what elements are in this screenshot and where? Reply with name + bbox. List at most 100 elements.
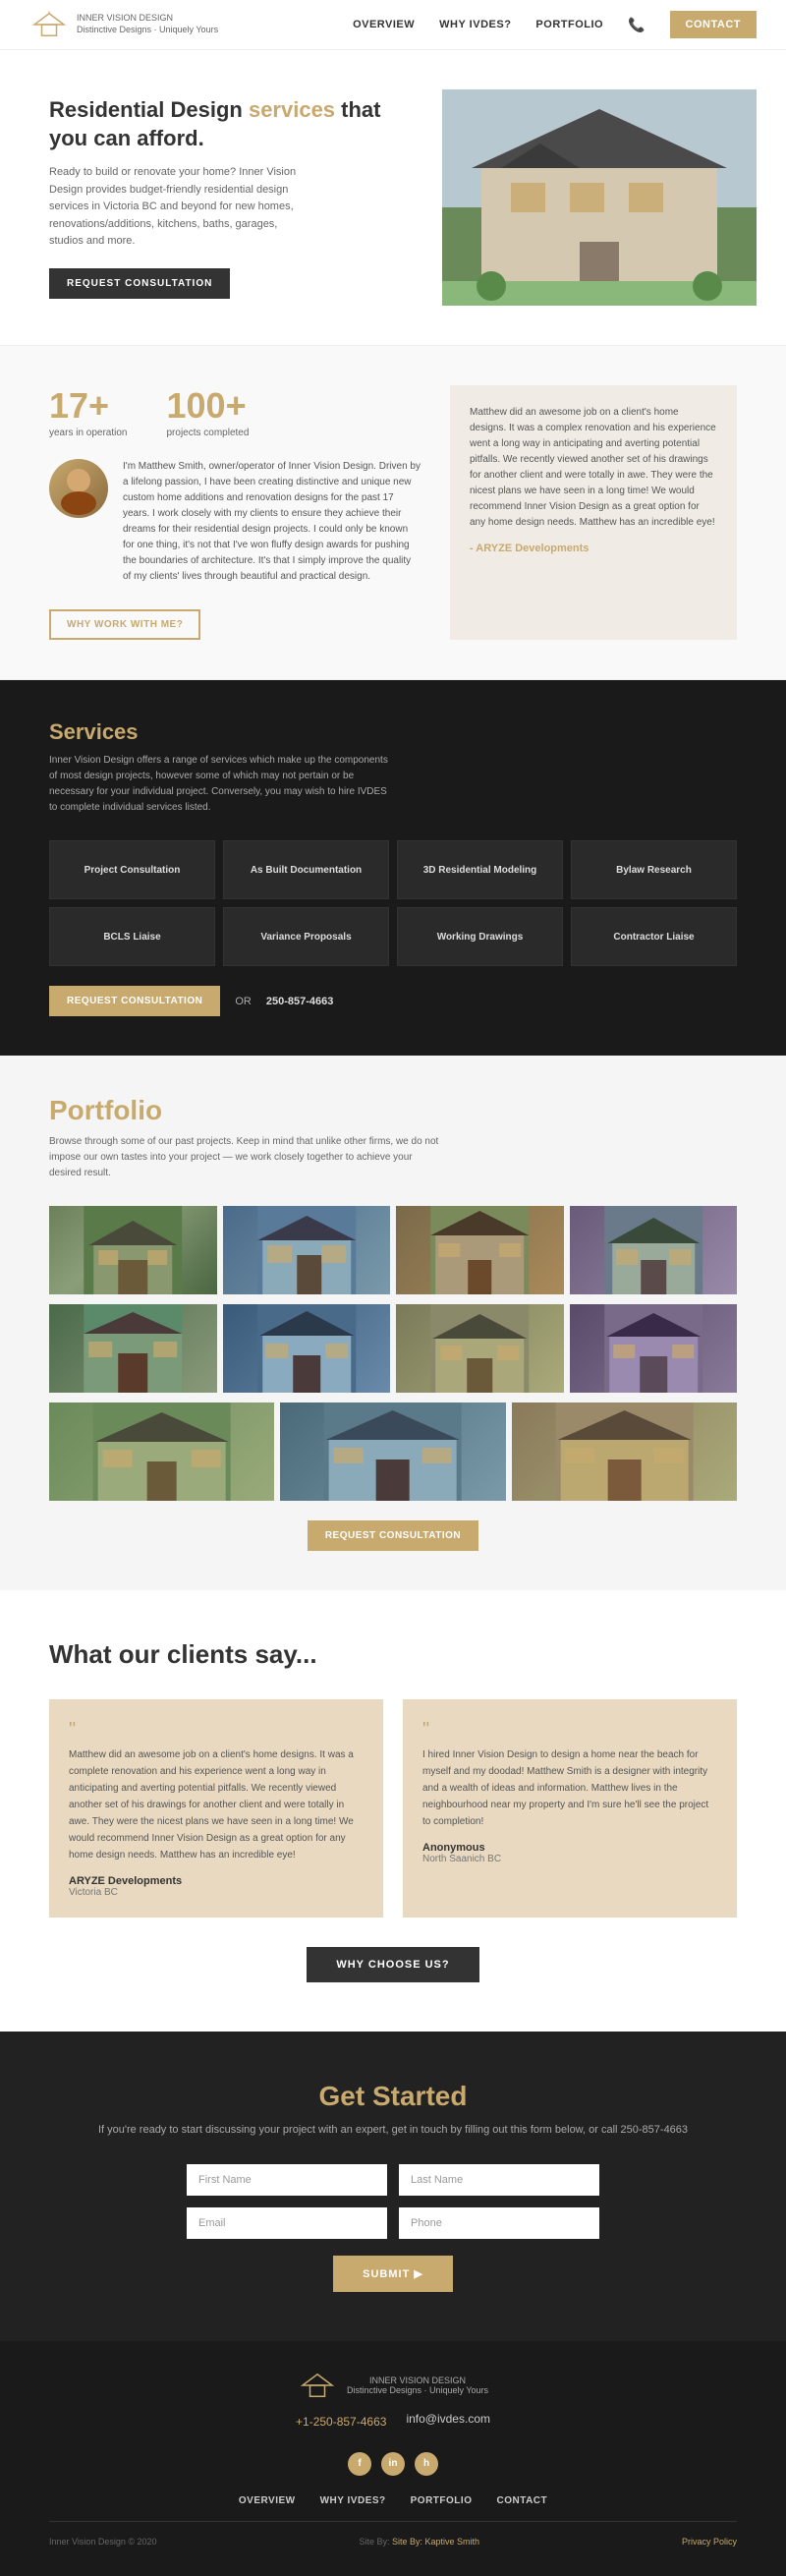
quote-mark-2: " — [422, 1719, 717, 1742]
services-grid: Project Consultation As Built Documentat… — [49, 840, 737, 966]
email-input[interactable] — [187, 2207, 387, 2239]
last-name-input[interactable] — [399, 2164, 599, 2196]
footer-divider — [49, 2521, 737, 2522]
stat-projects-label: projects completed — [167, 427, 250, 439]
stat-years-number: 17+ — [49, 385, 128, 427]
hero-description: Ready to build or renovate your home? In… — [49, 164, 305, 251]
stats-numbers: 17+ years in operation 100+ projects com… — [49, 385, 421, 439]
why-choose-button[interactable]: WHY CHOOSE US? — [307, 1947, 478, 1982]
stats-testimonial: Matthew did an awesome job on a client's… — [450, 385, 737, 640]
houzz-icon[interactable]: h — [415, 2452, 438, 2476]
testimonials-title: What our clients say... — [49, 1639, 737, 1670]
facebook-icon[interactable]: f — [348, 2452, 371, 2476]
owner-bio: I'm Matthew Smith, owner/operator of Inn… — [123, 459, 421, 585]
testimonial-quote-1: Matthew did an awesome job on a client's… — [69, 1746, 364, 1863]
portfolio-image-5[interactable] — [49, 1304, 217, 1393]
testimonial-card-1: " Matthew did an awesome job on a client… — [49, 1699, 383, 1918]
portfolio-description: Browse through some of our past projects… — [49, 1134, 442, 1181]
testimonial-card-2: " I hired Inner Vision Design to design … — [403, 1699, 737, 1918]
footer-site-by: Site By: Site By: Kaptive Smith — [359, 2537, 479, 2547]
hero-text: Residential Design services that you can… — [49, 96, 422, 299]
nav-contact-button[interactable]: CONTACT — [670, 11, 757, 38]
hero-title: Residential Design services that you can… — [49, 96, 422, 152]
service-item-6[interactable]: Variance Proposals — [223, 907, 389, 966]
portfolio-image-9[interactable] — [49, 1402, 274, 1501]
get-started-title: Get Started — [49, 2081, 737, 2112]
logo-text: INNER VISION DESIGN Distinctive Designs … — [77, 13, 218, 35]
site-by-link[interactable]: Site By: Kaptive Smith — [392, 2537, 479, 2547]
footer-phone[interactable]: +1-250-857-4663 — [296, 2415, 386, 2429]
portfolio-image-11[interactable] — [512, 1402, 737, 1501]
portfolio-grid-row2 — [49, 1304, 737, 1393]
service-item-3[interactable]: 3D Residential Modeling — [397, 840, 563, 899]
why-choose-cta: WHY CHOOSE US? — [49, 1947, 737, 1982]
service-item-7[interactable]: Working Drawings — [397, 907, 563, 966]
portfolio-image-6[interactable] — [223, 1304, 391, 1393]
footer-logo-text: INNER VISION DESIGN Distinctive Designs … — [347, 2376, 488, 2395]
footer-contact: +1-250-857-4663 info@ivdes.com — [49, 2412, 737, 2437]
owner-row: I'm Matthew Smith, owner/operator of Inn… — [49, 459, 421, 585]
privacy-policy-link[interactable]: Privacy Policy — [682, 2537, 737, 2547]
footer-nav: OVERVIEW WHY IVDES? PORTFOLIO CONTACT — [49, 2495, 737, 2506]
portfolio-image-8[interactable] — [570, 1304, 738, 1393]
portfolio-image-10[interactable] — [280, 1402, 505, 1501]
portfolio-image-1[interactable] — [49, 1206, 217, 1294]
portfolio-title: Portfolio — [49, 1095, 737, 1126]
service-item-4[interactable]: Bylaw Research — [571, 840, 737, 899]
nav-portfolio[interactable]: PORTFOLIO — [535, 19, 603, 30]
services-cta-button[interactable]: REQUEST CONSULTATION — [49, 986, 220, 1016]
footer-nav-contact[interactable]: CONTACT — [496, 2495, 547, 2506]
hero-image — [442, 89, 757, 306]
first-name-input[interactable] — [187, 2164, 387, 2196]
testimonials-grid: " Matthew did an awesome job on a client… — [49, 1699, 737, 1918]
services-cta: REQUEST CONSULTATION OR 250-857-4663 — [49, 986, 737, 1016]
submit-button[interactable]: SUBMIT ▶ — [333, 2256, 453, 2292]
get-started-description: If you're ready to start discussing your… — [49, 2122, 737, 2140]
portfolio-grid-row3 — [49, 1402, 737, 1501]
footer-email[interactable]: info@ivdes.com — [406, 2412, 490, 2426]
footer-nav-portfolio[interactable]: PORTFOLIO — [411, 2495, 473, 2506]
nav-overview[interactable]: OVERVIEW — [353, 19, 415, 30]
get-started-section: Get Started If you're ready to start dis… — [0, 2032, 786, 2341]
testimonial-author: - ARYZE Developments — [470, 541, 717, 558]
footer-nav-why-ivdes[interactable]: WHY IVDES? — [320, 2495, 386, 2506]
instagram-icon[interactable]: in — [381, 2452, 405, 2476]
portfolio-image-4[interactable] — [570, 1206, 738, 1294]
services-or-text: OR — [235, 996, 252, 1007]
nav-phone-icon[interactable]: 📞 — [628, 17, 645, 33]
stat-years: 17+ years in operation — [49, 385, 128, 439]
navigation: INNER VISION DESIGN Distinctive Designs … — [0, 0, 786, 50]
testimonial-quote-2: I hired Inner Vision Design to design a … — [422, 1746, 717, 1830]
portfolio-cta-button[interactable]: REQUEST CONSULTATION — [308, 1520, 478, 1551]
testimonials-section: What our clients say... " Matthew did an… — [0, 1590, 786, 2032]
testimonial-location-2: North Saanich BC — [422, 1854, 717, 1864]
quote-mark-1: " — [69, 1719, 364, 1742]
why-work-button[interactable]: WHY WORK WITH ME? — [49, 609, 200, 640]
service-item-2[interactable]: As Built Documentation — [223, 840, 389, 899]
service-item-1[interactable]: Project Consultation — [49, 840, 215, 899]
footer-nav-overview[interactable]: OVERVIEW — [239, 2495, 296, 2506]
portfolio-image-2[interactable] — [223, 1206, 391, 1294]
portfolio-cta: REQUEST CONSULTATION — [49, 1520, 737, 1551]
footer: INNER VISION DESIGN Distinctive Designs … — [0, 2341, 786, 2576]
hero-cta-button[interactable]: REQUEST CONSULTATION — [49, 268, 230, 299]
stat-years-label: years in operation — [49, 427, 128, 439]
services-section: Services Inner Vision Design offers a ra… — [0, 680, 786, 1056]
footer-logo[interactable]: INNER VISION DESIGN Distinctive Designs … — [49, 2371, 737, 2400]
form-name-row — [187, 2164, 599, 2196]
phone-input[interactable] — [399, 2207, 599, 2239]
hero-section: Residential Design services that you can… — [0, 50, 786, 345]
portfolio-image-7[interactable] — [396, 1304, 564, 1393]
logo[interactable]: INNER VISION DESIGN Distinctive Designs … — [29, 10, 218, 39]
service-item-5[interactable]: BCLS Liaise — [49, 907, 215, 966]
nav-links: OVERVIEW WHY IVDES? PORTFOLIO 📞 CONTACT — [353, 11, 757, 38]
portfolio-image-3[interactable] — [396, 1206, 564, 1294]
portfolio-section: Portfolio Browse through some of our pas… — [0, 1056, 786, 1590]
testimonial-name-1: ARYZE Developments — [69, 1875, 364, 1887]
service-item-8[interactable]: Contractor Liaise — [571, 907, 737, 966]
services-title: Services — [49, 719, 737, 745]
nav-why-ivdes[interactable]: WHY IVDES? — [439, 19, 511, 30]
footer-copyright: Inner Vision Design © 2020 — [49, 2537, 157, 2547]
testimonial-name-2: Anonymous — [422, 1842, 717, 1854]
stats-left: 17+ years in operation 100+ projects com… — [49, 385, 450, 640]
